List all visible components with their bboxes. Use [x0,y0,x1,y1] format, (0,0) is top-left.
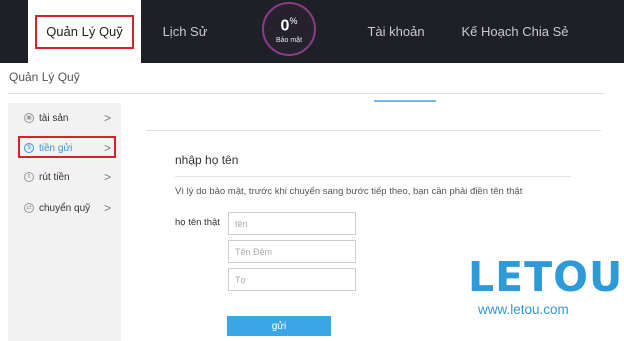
real-name-label: họ tên thật [175,217,220,228]
tab-history[interactable]: Lịch Sử [155,0,215,63]
first-name-input[interactable] [228,212,356,235]
chevron-right-icon: > [103,141,111,155]
sidebar-item-label: chuyển quỹ [39,202,91,214]
logo-url: www.letou.com [478,302,569,317]
sidebar-item-label: rút tiền [39,171,70,183]
submit-button[interactable]: gửi [227,316,331,336]
chevron-right-icon: > [103,170,111,184]
security-label: Bảo mật [275,37,303,45]
dollar-icon: $ [24,143,34,153]
last-name-input[interactable] [228,268,356,291]
sidebar: ▣ tài sản > $ tiền gửi > ¢ rút tiền > ⇄ … [8,103,121,341]
form-divider [175,176,571,177]
sidebar-item-transfer[interactable]: ⇄ chuyển quỹ > [8,196,121,220]
security-notice: Vì lý do bảo mật, trước khi chuyển sang … [175,186,523,197]
chevron-right-icon: > [103,111,111,125]
security-percent: 0% [280,15,298,35]
sidebar-item-label: tiền gửi [39,142,73,154]
withdraw-icon: ¢ [24,172,34,182]
security-gauge[interactable]: 0% Bảo mật [262,2,316,56]
logo-text: LETOU [468,253,624,301]
tab-fund-management[interactable]: Quản Lý Quỹ [28,0,141,63]
form-heading: nhập họ tên [175,153,239,167]
tab-share-plan[interactable]: Kế Hoạch Chia Sẻ [460,0,570,63]
tab-fund-management-label: Quản Lý Quỹ [35,14,134,49]
sidebar-item-label: tài sản [39,112,69,124]
transfer-icon: ⇄ [24,203,34,213]
tab-account[interactable]: Tài khoản [356,0,436,63]
sidebar-item-deposit[interactable]: $ tiền gửi > [8,136,121,160]
title-divider [8,93,604,94]
page-title: Quản Lý Quỹ [9,70,80,84]
wallet-icon: ▣ [24,113,34,123]
active-tab-indicator [374,100,436,102]
sidebar-item-withdraw[interactable]: ¢ rút tiền > [8,165,121,189]
middle-name-input[interactable] [228,240,356,263]
chevron-right-icon: > [103,201,111,215]
content-divider [146,130,601,131]
sidebar-item-assets[interactable]: ▣ tài sản > [8,106,121,130]
top-nav-bar: Quản Lý Quỹ Lịch Sử 0% Bảo mật Tài khoản… [0,0,624,63]
